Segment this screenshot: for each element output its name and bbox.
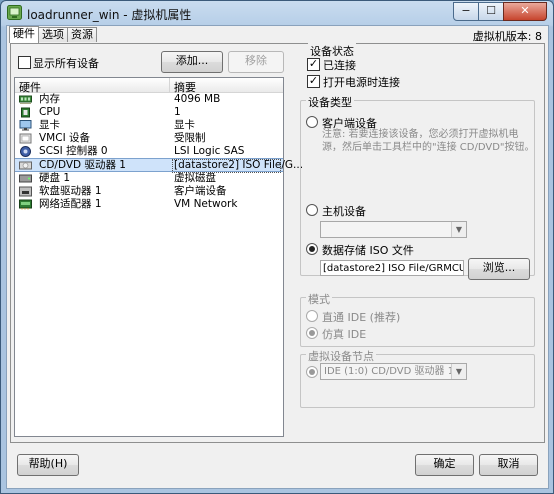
connected-checkbox[interactable]: ✓ (307, 58, 320, 71)
iso-path-input[interactable]: [datastore2] ISO File/GRMCULXFRER (320, 260, 464, 276)
device-row-harddisk[interactable]: 硬盘 1 虚拟磁盘 (15, 172, 283, 185)
virtual-node-title: 虚拟设备节点 (306, 348, 376, 364)
close-button[interactable]: ✕ (503, 2, 547, 21)
connect-at-power-on-checkbox[interactable]: ✓ (307, 75, 320, 88)
title-bar[interactable]: loadrunner_win - 虚拟机属性 − ☐ ✕ (1, 1, 553, 25)
floppy-icon (19, 186, 32, 197)
device-list[interactable]: 硬件 摘要 内存 4096 MB CPU 1 显卡 显卡 VMCI 设备 受限制… (14, 77, 303, 437)
device-row-vmci[interactable]: VMCI 设备 受限制 (15, 132, 283, 145)
cancel-button[interactable]: 取消 (479, 454, 538, 476)
emulate-ide-radio[interactable] (306, 327, 318, 339)
minimize-button[interactable]: − (453, 2, 479, 21)
device-name: VMCI 设备 (39, 132, 91, 144)
device-summary: 客户端设备 (174, 185, 227, 197)
device-name: 网络适配器 1 (39, 198, 102, 210)
device-summary: 受限制 (174, 132, 206, 144)
cd-drive-icon (19, 161, 32, 170)
device-name: CD/DVD 驱动器 1 (39, 159, 126, 171)
device-summary: [datastore2] ISO File/G... (174, 159, 304, 171)
tab-hardware[interactable]: 硬件 (9, 26, 39, 43)
scsi-icon (20, 146, 31, 157)
device-summary: 4096 MB (174, 93, 221, 105)
device-row-network[interactable]: 网络适配器 1 VM Network (15, 198, 283, 211)
display-icon (19, 120, 32, 131)
hardware-panel: 显示所有设备 添加... 移除 硬件 摘要 内存 4096 MB CPU 1 显… (10, 43, 545, 443)
ok-button[interactable]: 确定 (415, 454, 474, 476)
add-device-button[interactable]: 添加... (161, 51, 223, 73)
device-name: 硬盘 1 (39, 172, 71, 184)
mode-title: 模式 (306, 291, 332, 307)
device-name: 显卡 (39, 119, 60, 131)
virtual-node-select[interactable]: IDE (1:0) CD/DVD 驱动器 1 ▼ (320, 363, 467, 380)
device-row-cd-dvd[interactable]: CD/DVD 驱动器 1 [datastore2] ISO File/G... (15, 158, 303, 173)
window-title: loadrunner_win - 虚拟机属性 (27, 8, 192, 22)
datastore-iso-radio[interactable] (306, 243, 318, 255)
device-list-header: 硬件 摘要 (15, 78, 283, 94)
device-name: SCSI 控制器 0 (39, 145, 108, 157)
device-name: 内存 (39, 93, 60, 105)
chevron-down-icon: ▼ (451, 222, 466, 237)
passthrough-ide-label: 直通 IDE (推荐) (322, 311, 401, 324)
device-summary: VM Network (174, 198, 238, 210)
passthrough-ide-radio[interactable] (306, 310, 318, 322)
properties-window: loadrunner_win - 虚拟机属性 − ☐ ✕ 硬件 选项 资源 虚拟… (0, 0, 554, 494)
emulate-ide-label: 仿真 IDE (322, 328, 367, 341)
vm-version-label: 虚拟机版本: 8 (472, 30, 542, 43)
device-summary: 虚拟磁盘 (174, 172, 216, 184)
show-all-devices-checkbox[interactable] (18, 56, 31, 69)
memory-icon (19, 95, 32, 104)
browse-button[interactable]: 浏览... (468, 258, 530, 280)
dialog-button-bar: 帮助(H) 确定 取消 (7, 444, 548, 488)
device-row-scsi[interactable]: SCSI 控制器 0 LSI Logic SAS (15, 145, 283, 158)
vmci-icon (19, 133, 32, 144)
device-row-memory[interactable]: 内存 4096 MB (15, 93, 283, 106)
remove-device-button[interactable]: 移除 (228, 51, 284, 73)
device-type-title: 设备类型 (306, 94, 354, 110)
help-button[interactable]: 帮助(H) (17, 454, 79, 476)
connected-label: 已连接 (323, 59, 356, 72)
device-name: CPU (39, 106, 61, 118)
show-all-devices-label: 显示所有设备 (33, 57, 99, 70)
virtual-node-radio (306, 366, 318, 378)
connect-at-power-on-label: 打开电源时连接 (323, 76, 400, 89)
tab-resources[interactable]: 资源 (67, 27, 97, 42)
device-row-floppy[interactable]: 软盘驱动器 1 客户端设备 (15, 185, 283, 198)
client-device-note-line1: 注意: 若要连接该设备，您必须打开虚拟机电 (322, 129, 519, 140)
chevron-down-icon: ▼ (451, 364, 466, 379)
device-summary: 显卡 (174, 119, 195, 131)
tab-strip: 硬件 选项 资源 (9, 26, 97, 43)
device-row-display[interactable]: 显卡 显卡 (15, 119, 283, 132)
maximize-button[interactable]: ☐ (478, 2, 504, 21)
cpu-icon (21, 107, 30, 118)
host-device-label: 主机设备 (322, 205, 366, 218)
device-row-cpu[interactable]: CPU 1 (15, 106, 283, 119)
device-name: 软盘驱动器 1 (39, 185, 102, 197)
vm-app-icon (7, 5, 22, 20)
device-summary: 1 (174, 106, 181, 118)
host-device-radio[interactable] (306, 204, 318, 216)
network-adapter-icon (19, 199, 32, 210)
device-summary: LSI Logic SAS (174, 145, 245, 157)
host-device-select[interactable]: ▼ (320, 221, 467, 238)
dialog-client: 硬件 选项 资源 虚拟机版本: 8 显示所有设备 添加... 移除 硬件 摘要 … (6, 25, 549, 489)
harddisk-icon (19, 174, 32, 183)
client-device-note-line2: 源，然后单击工具栏中的"连接 CD/DVD"按钮。 (322, 142, 535, 153)
client-device-radio[interactable] (306, 116, 318, 128)
virtual-node-value: IDE (1:0) CD/DVD 驱动器 1 (324, 366, 455, 377)
tab-options[interactable]: 选项 (38, 27, 68, 42)
datastore-iso-label: 数据存储 ISO 文件 (322, 244, 414, 257)
